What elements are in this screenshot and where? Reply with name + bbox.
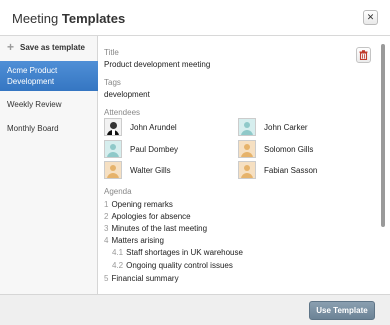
agenda-item: 3 Minutes of the last meeting (104, 224, 207, 233)
attendee-walter-gills: Walter Gills (104, 161, 171, 179)
attendee-name: Fabian Sasson (264, 165, 318, 175)
dialog-title-bold: Templates (61, 11, 126, 26)
title-label: Title (104, 48, 119, 57)
agenda-item: 4 Matters arising (104, 236, 164, 245)
plus-icon: + (7, 40, 15, 54)
agenda-text: Minutes of the last meeting (111, 224, 208, 233)
avatar (238, 161, 256, 179)
trash-icon (359, 50, 368, 60)
agenda-text: Ongoing quality control issues (126, 261, 233, 270)
agenda-number: 4.2 (112, 261, 124, 270)
avatar (104, 161, 122, 179)
agenda-item: 2 Apologies for absence (104, 212, 191, 221)
dialog-header: Meeting Templates ✕ (0, 0, 390, 36)
attendee-name: Paul Dombey (130, 144, 179, 154)
agenda-text: Matters arising (111, 236, 164, 245)
agenda-number: 2 (104, 212, 109, 221)
sidebar-item-label: Monthly Board (7, 123, 59, 133)
avatar (104, 140, 122, 158)
agenda-number: 4.1 (112, 248, 124, 257)
close-icon: ✕ (366, 12, 375, 22)
agenda-subitem: 4.1 Staff shortages in UK warehouse (112, 248, 243, 257)
tags-label: Tags (104, 78, 121, 87)
sidebar-item-label: Acme Product Development (7, 66, 58, 86)
tags-value: development (104, 90, 150, 99)
use-template-button[interactable]: Use Template (309, 301, 375, 320)
agenda-text: Staff shortages in UK warehouse (126, 248, 243, 257)
sidebar-item-monthly-board[interactable]: Monthly Board (0, 120, 98, 136)
dialog-title-prefix: Meeting (12, 11, 59, 26)
template-details: Title Product development meeting Tags d… (99, 36, 378, 294)
attendee-john-arundel: John Arundel (104, 118, 177, 136)
details-scrollbar[interactable] (378, 36, 390, 294)
save-as-template-label: Save as template (20, 42, 85, 52)
attendee-name: Solomon Gills (264, 144, 314, 154)
close-button[interactable]: ✕ (363, 10, 378, 25)
agenda-text: Financial summary (111, 274, 179, 283)
save-as-template-button[interactable]: + Save as template (0, 36, 98, 58)
attendee-name: John Carker (264, 122, 308, 132)
attendees-label: Attendees (104, 108, 141, 117)
attendee-name: John Arundel (130, 122, 177, 132)
agenda-text: Apologies for absence (111, 212, 191, 221)
attendee-name: Walter Gills (130, 165, 171, 175)
agenda-number: 5 (104, 274, 109, 283)
agenda-item: 1 Opening remarks (104, 200, 173, 209)
template-sidebar: + Save as template Acme Product Developm… (0, 36, 98, 294)
scrollbar-thumb[interactable] (381, 44, 385, 227)
sidebar-item-weekly-review[interactable]: Weekly Review (0, 96, 98, 112)
dialog-title: Meeting Templates (12, 11, 125, 26)
agenda-subitem: 4.2 Ongoing quality control issues (112, 261, 233, 270)
agenda-item: 5 Financial summary (104, 274, 179, 283)
avatar (238, 140, 256, 158)
attendee-fabian-sasson: Fabian Sasson (238, 161, 317, 179)
attendee-solomon-gills: Solomon Gills (238, 140, 313, 158)
attendee-paul-dombey: Paul Dombey (104, 140, 178, 158)
agenda-label: Agenda (104, 187, 132, 196)
agenda-number: 3 (104, 224, 109, 233)
avatar (238, 118, 256, 136)
avatar (104, 118, 122, 136)
sidebar-item-acme-product-development[interactable]: Acme Product Development (0, 61, 98, 91)
agenda-number: 4 (104, 236, 109, 245)
agenda-text: Opening remarks (111, 200, 173, 209)
dialog-footer: Use Template (0, 294, 390, 325)
attendee-john-carker: John Carker (238, 118, 308, 136)
meeting-templates-dialog: Meeting Templates ✕ + Save as template A… (0, 0, 390, 325)
sidebar-item-label: Weekly Review (7, 99, 62, 109)
title-value: Product development meeting (104, 60, 211, 69)
agenda-number: 1 (104, 200, 109, 209)
delete-template-button[interactable] (356, 47, 371, 63)
